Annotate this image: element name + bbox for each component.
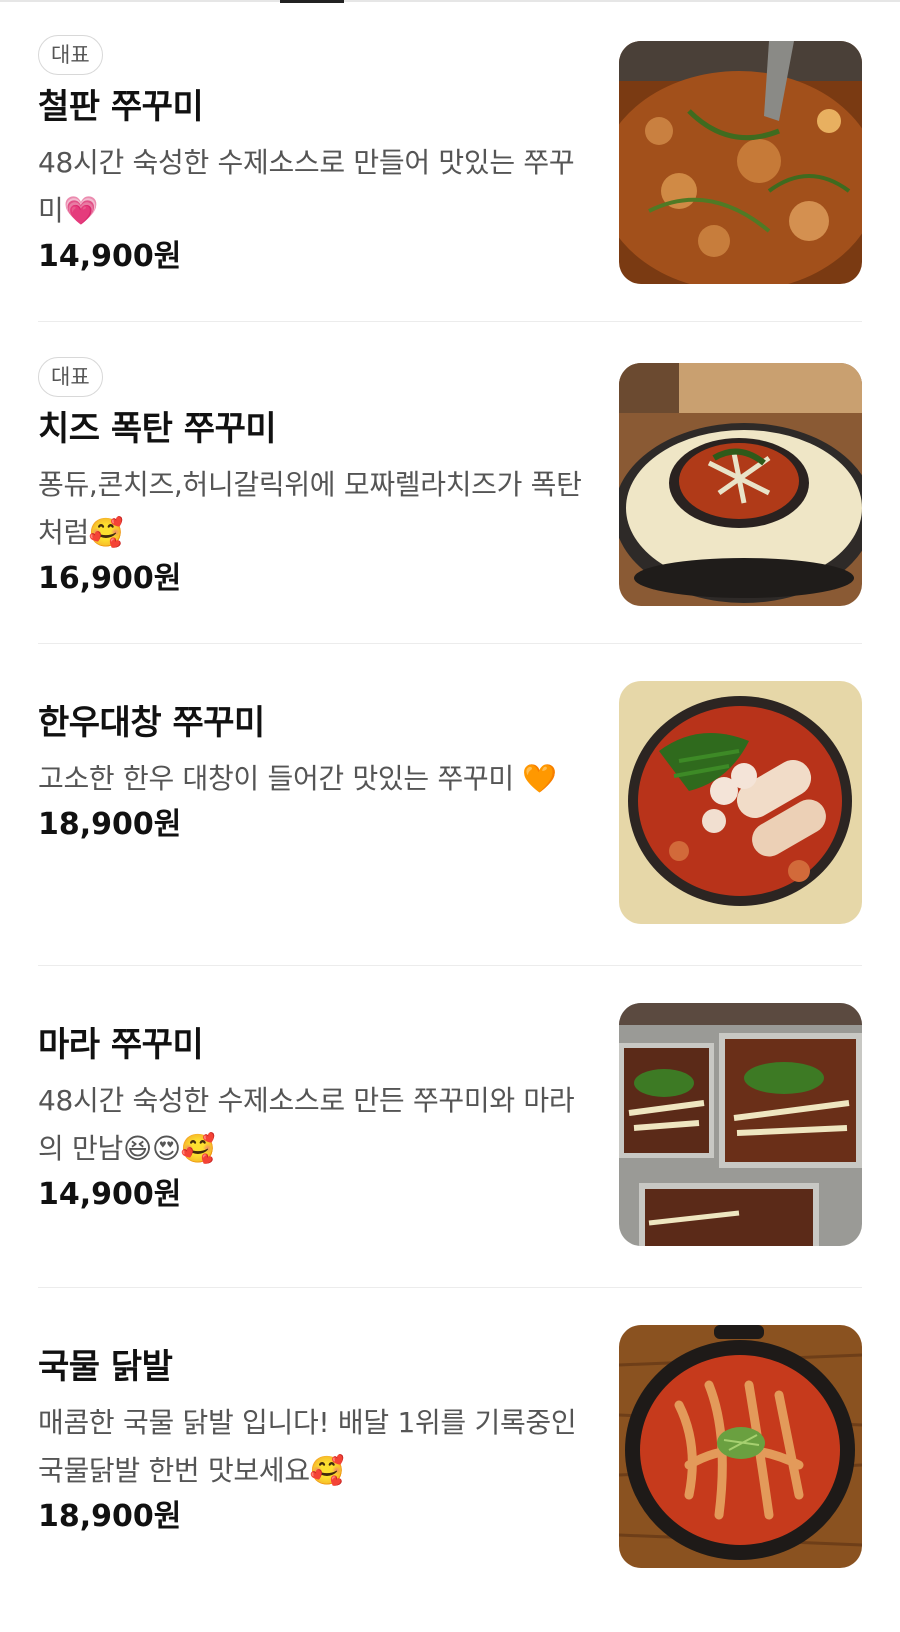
- menu-list: 대표 철판 쭈꾸미 48시간 숙성한 수제소스로 만들어 맛있는 쭈꾸미💗 14…: [38, 0, 862, 1609]
- menu-item[interactable]: 한우대창 쭈꾸미 고소한 한우 대창이 들어간 맛있는 쭈꾸미 🧡 18,900…: [38, 643, 862, 965]
- menu-item-description: 매콤한 국물 닭발 입니다! 배달 1위를 기록중인 국물닭발 한번 맛보세요🥰: [38, 1406, 577, 1487]
- menu-item-price: 18,900원: [38, 807, 182, 842]
- menu-item-name: 치즈 폭탄 쭈꾸미: [38, 409, 277, 449]
- menu-item-name: 한우대창 쭈꾸미: [38, 703, 265, 743]
- menu-item-description: 48시간 숙성한 수제소스로 만들어 맛있는 쭈꾸미💗: [38, 146, 575, 227]
- menu-item-price: 18,900원: [38, 1499, 182, 1534]
- menu-item[interactable]: 대표 치즈 폭탄 쭈꾸미 퐁듀,콘치즈,허니갈릭위에 모짜렐라치즈가 폭탄처럼🥰…: [38, 321, 862, 643]
- spicy-chicken-feet-soup-photo-icon[interactable]: [619, 1325, 862, 1568]
- menu-item-text: 마라 쭈꾸미 48시간 숙성한 수제소스로 만든 쭈꾸미와 마라의 만남😆😍🥰 …: [38, 1021, 586, 1217]
- menu-item-name: 국물 닭발: [38, 1347, 173, 1387]
- signature-badge: 대표: [38, 357, 103, 397]
- menu-item[interactable]: 국물 닭발 매콤한 국물 닭발 입니다! 배달 1위를 기록중인 국물닭발 한번…: [38, 1287, 862, 1609]
- menu-item-text: 국물 닭발 매콤한 국물 닭발 입니다! 배달 1위를 기록중인 국물닭발 한번…: [38, 1343, 586, 1539]
- menu-item-description: 퐁듀,콘치즈,허니갈릭위에 모짜렐라치즈가 폭탄처럼🥰: [38, 468, 582, 549]
- menu-item-name: 마라 쭈꾸미: [38, 1025, 204, 1065]
- mala-octopus-trays-photo-icon[interactable]: [619, 1003, 862, 1246]
- menu-item-price: 14,900원: [38, 1177, 182, 1212]
- menu-item-name: 철판 쭈꾸미: [38, 87, 204, 127]
- menu-item-price: 16,900원: [38, 561, 182, 596]
- menu-item-text: 한우대창 쭈꾸미 고소한 한우 대창이 들어간 맛있는 쭈꾸미 🧡 18,900…: [38, 699, 586, 847]
- menu-item-text: 대표 치즈 폭탄 쭈꾸미 퐁듀,콘치즈,허니갈릭위에 모짜렐라치즈가 폭탄처럼🥰…: [38, 357, 586, 601]
- beef-tripe-octopus-photo-icon[interactable]: [619, 681, 862, 924]
- menu-item[interactable]: 대표 철판 쭈꾸미 48시간 숙성한 수제소스로 만들어 맛있는 쭈꾸미💗 14…: [38, 0, 862, 321]
- signature-badge: 대표: [38, 35, 103, 75]
- stir-fried-octopus-photo-icon[interactable]: [619, 41, 862, 284]
- menu-item-text: 대표 철판 쭈꾸미 48시간 숙성한 수제소스로 만들어 맛있는 쭈꾸미💗 14…: [38, 35, 586, 279]
- cheese-octopus-pan-photo-icon[interactable]: [619, 363, 862, 606]
- menu-item[interactable]: 마라 쭈꾸미 48시간 숙성한 수제소스로 만든 쭈꾸미와 마라의 만남😆😍🥰 …: [38, 965, 862, 1287]
- menu-item-description: 48시간 숙성한 수제소스로 만든 쭈꾸미와 마라의 만남😆😍🥰: [38, 1084, 575, 1165]
- menu-item-price: 14,900원: [38, 239, 182, 274]
- menu-item-description: 고소한 한우 대창이 들어간 맛있는 쭈꾸미 🧡: [38, 762, 557, 795]
